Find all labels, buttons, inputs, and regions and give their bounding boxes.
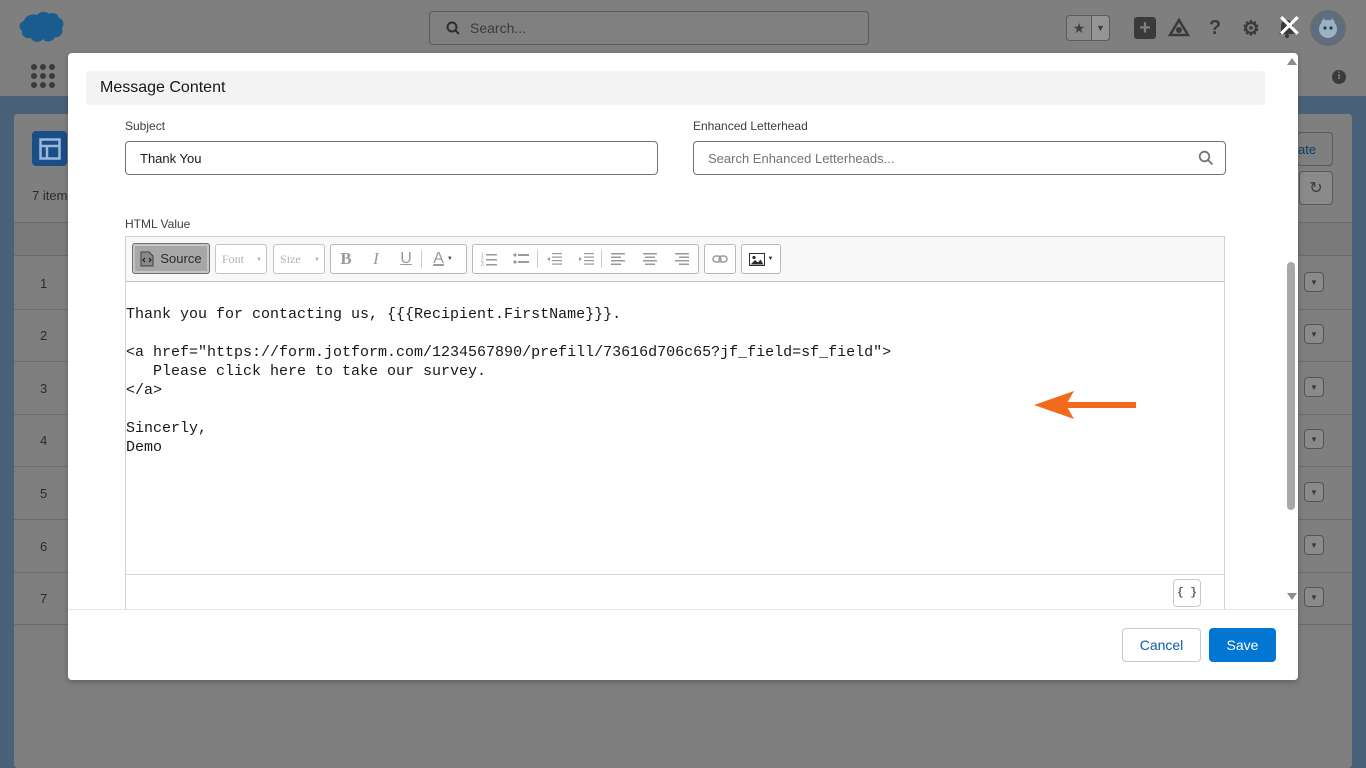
row-actions-dropdown-icon[interactable]: ▼ — [1304, 324, 1324, 344]
help-icon[interactable]: ? — [1202, 15, 1228, 41]
source-icon — [140, 251, 154, 266]
source-button-label: Source — [160, 251, 202, 266]
row-number: 1 — [40, 276, 48, 291]
search-icon — [446, 21, 460, 35]
image-icon — [748, 252, 765, 266]
row-actions-dropdown-icon[interactable]: ▼ — [1304, 272, 1324, 292]
row-number: 2 — [40, 328, 48, 343]
row-number: 7 — [40, 591, 48, 606]
row-number: 4 — [40, 433, 48, 448]
trailhead-shape — [1168, 18, 1190, 37]
source-line: Thank you for contacting us, {{{Recipien… — [126, 306, 622, 323]
favorites-button-group[interactable]: ★ ▼ — [1066, 15, 1110, 41]
svg-text:3: 3 — [481, 262, 484, 266]
enhanced-letterhead-label: Enhanced Letterhead — [693, 119, 808, 133]
scroll-up-arrow-icon[interactable] — [1287, 58, 1297, 65]
align-right-icon[interactable] — [666, 245, 698, 273]
font-size-combo[interactable]: Size ▼ — [273, 244, 325, 274]
enhanced-letterhead-search-input[interactable] — [693, 141, 1226, 175]
settings-gear-icon[interactable]: ⚙ — [1238, 15, 1264, 41]
close-modal-icon[interactable]: ✕ — [1276, 10, 1303, 42]
favorites-dropdown-icon[interactable]: ▼ — [1091, 16, 1109, 40]
font-combo-label: Font — [222, 251, 245, 266]
align-left-icon[interactable] — [602, 245, 634, 273]
new-template-button-label: ate — [1298, 142, 1317, 157]
editor-toolbar: Source Font ▼ Size ▼ B I U A ▼ 1 2 3 ▼ — [126, 237, 1224, 282]
refresh-icon[interactable]: ↻ — [1299, 171, 1333, 205]
section-header-message-content: Message Content — [86, 71, 1265, 105]
source-line: Sincerly, — [126, 420, 208, 437]
search-icon[interactable] — [1198, 150, 1214, 166]
source-mode-button[interactable]: Source — [132, 243, 210, 274]
size-combo-label: Size — [280, 251, 301, 266]
insert-image-button[interactable]: ▼ — [741, 244, 781, 274]
app-launcher-icon[interactable] — [31, 64, 55, 88]
object-template-icon — [32, 131, 67, 166]
row-actions-dropdown-icon[interactable]: ▼ — [1304, 535, 1324, 555]
star-icon[interactable]: ★ — [1067, 16, 1091, 40]
enhanced-letterhead-lookup — [693, 141, 1226, 175]
subject-input[interactable] — [125, 141, 658, 175]
modal-scrollbar[interactable] — [1283, 53, 1298, 609]
rich-text-editor: Source Font ▼ Size ▼ B I U A ▼ 1 2 3 ▼ T… — [125, 236, 1225, 609]
chevron-down-icon: ▼ — [767, 256, 774, 262]
insert-merge-field-button[interactable]: { } — [1173, 579, 1201, 607]
decrease-indent-icon[interactable] — [538, 245, 570, 273]
info-icon[interactable]: i — [1332, 70, 1346, 84]
text-style-group: B I U A ▼ — [330, 244, 467, 274]
row-actions-dropdown-icon[interactable]: ▼ — [1304, 429, 1324, 449]
chevron-down-icon: ▼ — [314, 257, 320, 263]
edit-email-template-modal: Message Content Subject Enhanced Letterh… — [68, 53, 1298, 680]
link-icon — [712, 255, 728, 263]
astro-avatar-icon — [1319, 18, 1337, 38]
annotation-arrow-icon — [1034, 391, 1136, 419]
cancel-button[interactable]: Cancel — [1122, 628, 1201, 662]
editor-footer: { } — [126, 574, 1224, 609]
header-actions: ★ ▼ + ? ⚙ — [1066, 8, 1346, 48]
bulleted-list-icon[interactable] — [505, 245, 537, 273]
row-actions-dropdown-icon[interactable]: ▼ — [1304, 482, 1324, 502]
bold-button[interactable]: B — [331, 245, 361, 273]
list-item-count: 7 item — [32, 188, 68, 203]
save-button[interactable]: Save — [1209, 628, 1276, 662]
new-template-button[interactable]: ate — [1297, 132, 1333, 166]
html-value-label: HTML Value — [125, 217, 191, 231]
html-source-textarea[interactable]: Thank you for contacting us, {{{Recipien… — [126, 283, 1224, 574]
scroll-down-arrow-icon[interactable] — [1287, 593, 1297, 600]
increase-indent-icon[interactable] — [570, 245, 602, 273]
salesforce-logo — [19, 11, 64, 42]
row-number: 5 — [40, 486, 48, 501]
text-color-button[interactable]: A ▼ — [422, 245, 464, 273]
global-actions-add-icon[interactable]: + — [1134, 17, 1156, 39]
row-actions-dropdown-icon[interactable]: ▼ — [1304, 377, 1324, 397]
list-align-group: 123 — [472, 244, 699, 274]
chevron-down-icon: ▼ — [446, 256, 453, 262]
align-center-icon[interactable] — [634, 245, 666, 273]
row-actions-dropdown-icon[interactable]: ▼ — [1304, 587, 1324, 607]
subject-label: Subject — [125, 119, 166, 133]
row-number: 6 — [40, 539, 48, 554]
global-search-box[interactable]: Search... — [429, 11, 869, 45]
template-icon — [38, 137, 61, 160]
underline-button[interactable]: U — [391, 245, 421, 273]
user-avatar[interactable] — [1310, 10, 1346, 46]
scrollbar-thumb[interactable] — [1287, 262, 1295, 510]
source-line — [126, 324, 1224, 343]
row-number: 3 — [40, 381, 48, 396]
text-color-icon: A — [433, 250, 444, 267]
source-line: Please click here to take our survey. — [126, 363, 487, 380]
source-line: Demo — [126, 439, 163, 456]
trailhead-icon[interactable] — [1166, 15, 1192, 41]
link-button[interactable] — [704, 244, 736, 274]
chevron-down-icon: ▼ — [256, 257, 262, 263]
font-family-combo[interactable]: Font ▼ — [215, 244, 267, 274]
numbered-list-icon[interactable]: 123 — [473, 245, 505, 273]
italic-button[interactable]: I — [361, 245, 391, 273]
modal-footer: Cancel Save — [68, 609, 1298, 680]
global-search-placeholder: Search... — [470, 20, 527, 36]
modal-body: Message Content Subject Enhanced Letterh… — [68, 53, 1298, 609]
source-line: <a href="https://form.jotform.com/123456… — [126, 344, 892, 361]
